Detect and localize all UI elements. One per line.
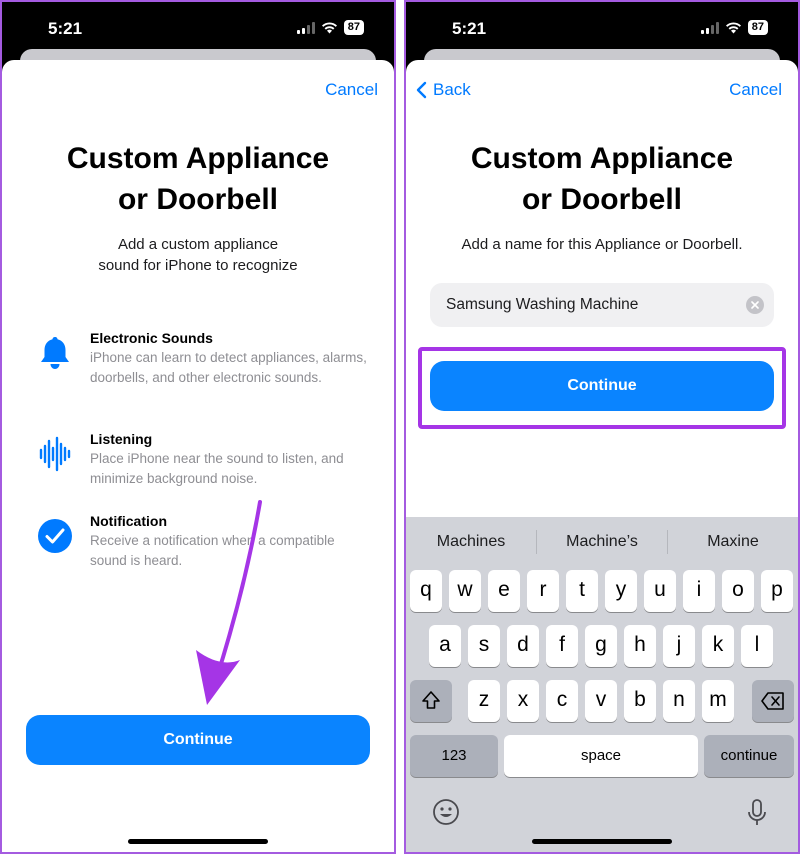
backspace-icon — [761, 692, 784, 710]
shift-icon — [422, 691, 440, 709]
feature-title: Listening — [90, 431, 153, 447]
key-g[interactable]: g — [585, 625, 617, 667]
continue-button[interactable]: Continue — [430, 361, 774, 411]
wifi-icon — [321, 21, 337, 33]
setup-sheet: Cancel Custom Appliance or Doorbell Add … — [2, 60, 394, 852]
feature-listening: Listening Place iPhone near the sound to… — [34, 429, 374, 488]
bell-icon — [34, 332, 76, 374]
phone-screen-right: 5:21 87 Back Cancel Custom Appliance or … — [404, 0, 800, 854]
subtitle-line-1: Add a custom appliance — [117, 236, 279, 253]
key-y[interactable]: y — [605, 570, 637, 612]
feature-electronic-sounds: Electronic Sounds iPhone can learn to de… — [34, 328, 374, 387]
key-t[interactable]: t — [566, 570, 598, 612]
key-row-2: asdfghjkl — [406, 625, 798, 667]
back-label: Back — [433, 80, 471, 99]
key-e[interactable]: e — [488, 570, 520, 612]
status-bar: 5:21 87 — [406, 2, 798, 50]
shift-key[interactable] — [410, 680, 452, 722]
key-p[interactable]: p — [761, 570, 793, 612]
page-title: Custom Appliance or Doorbell — [406, 138, 798, 220]
page-subtitle: Add a custom appliance sound for iPhone … — [42, 234, 354, 276]
clear-text-icon[interactable] — [746, 296, 764, 314]
wifi-icon — [725, 21, 741, 33]
key-w[interactable]: w — [449, 570, 481, 612]
numbers-key[interactable]: 123 — [410, 735, 498, 777]
checkmark-circle-icon — [34, 515, 76, 557]
key-n[interactable]: n — [663, 680, 695, 722]
cancel-button[interactable]: Cancel — [729, 80, 782, 100]
suggestion-item[interactable]: Machines — [406, 533, 536, 551]
subtitle-line-2: sound for iPhone to recognize — [98, 257, 298, 274]
feature-title: Notification — [90, 513, 167, 529]
key-row-4: 123 space continue — [406, 735, 798, 777]
key-m[interactable]: m — [702, 680, 734, 722]
status-icons: 87 — [296, 20, 364, 35]
appliance-name-input[interactable]: Samsung Washing Machine — [430, 283, 774, 327]
status-icons: 87 — [700, 20, 768, 35]
key-v[interactable]: v — [585, 680, 617, 722]
setup-sheet: Back Cancel Custom Appliance or Doorbell… — [406, 60, 798, 852]
key-row-3: zxcvbnm — [406, 680, 798, 722]
feature-notification: Notification Receive a notification when… — [34, 511, 374, 570]
key-s[interactable]: s — [468, 625, 500, 667]
key-a[interactable]: a — [429, 625, 461, 667]
cancel-button[interactable]: Cancel — [325, 80, 378, 100]
feature-description: Place iPhone near the sound to listen, a… — [90, 451, 344, 486]
feature-description: Receive a notification when a compatible… — [90, 533, 335, 568]
cellular-signal-icon — [700, 21, 719, 34]
back-button[interactable]: Back — [416, 80, 471, 100]
key-row-1: qwertyuiop — [406, 570, 798, 612]
home-indicator — [128, 839, 268, 844]
status-bar: 5:21 87 — [2, 2, 394, 50]
title-line-1: Custom Appliance — [66, 142, 330, 175]
key-d[interactable]: d — [507, 625, 539, 667]
key-b[interactable]: b — [624, 680, 656, 722]
status-time: 5:21 — [48, 19, 83, 38]
page-subtitle: Add a name for this Appliance or Doorbel… — [461, 236, 743, 253]
title-line-1: Custom Appliance — [470, 142, 734, 175]
suggestion-item[interactable]: Machine’s — [537, 533, 667, 551]
battery-indicator: 87 — [343, 20, 364, 35]
delete-key[interactable] — [752, 680, 794, 722]
key-u[interactable]: u — [644, 570, 676, 612]
title-line-2: or Doorbell — [117, 183, 278, 216]
chevron-left-icon — [416, 81, 427, 99]
microphone-icon[interactable] — [746, 798, 768, 833]
home-indicator — [532, 839, 672, 844]
waveform-icon — [34, 433, 76, 475]
key-h[interactable]: h — [624, 625, 656, 667]
feature-title: Electronic Sounds — [90, 330, 213, 346]
title-line-2: or Doorbell — [521, 183, 682, 216]
emoji-icon[interactable] — [432, 798, 460, 831]
status-time: 5:21 — [452, 19, 487, 38]
feature-description: iPhone can learn to detect appliances, a… — [90, 350, 367, 385]
phone-screen-left: 5:21 87 Cancel Custom Appliance or Doorb… — [0, 0, 396, 854]
key-c[interactable]: c — [546, 680, 578, 722]
key-z[interactable]: z — [468, 680, 500, 722]
key-k[interactable]: k — [702, 625, 734, 667]
key-l[interactable]: l — [741, 625, 773, 667]
continue-button[interactable]: Continue — [26, 715, 370, 765]
space-key[interactable]: space — [504, 735, 698, 777]
key-o[interactable]: o — [722, 570, 754, 612]
key-q[interactable]: q — [410, 570, 442, 612]
battery-indicator: 87 — [747, 20, 768, 35]
appliance-name-value: Samsung Washing Machine — [446, 296, 639, 313]
key-i[interactable]: i — [683, 570, 715, 612]
cellular-signal-icon — [296, 21, 315, 34]
keyboard: Machines Machine’s Maxine qwertyuiop asd… — [406, 517, 798, 852]
suggestion-item[interactable]: Maxine — [668, 533, 798, 551]
key-j[interactable]: j — [663, 625, 695, 667]
predictive-bar: Machines Machine’s Maxine — [406, 517, 798, 567]
key-r[interactable]: r — [527, 570, 559, 612]
page-title: Custom Appliance or Doorbell — [2, 138, 394, 220]
key-x[interactable]: x — [507, 680, 539, 722]
continue-key[interactable]: continue — [704, 735, 794, 777]
key-f[interactable]: f — [546, 625, 578, 667]
